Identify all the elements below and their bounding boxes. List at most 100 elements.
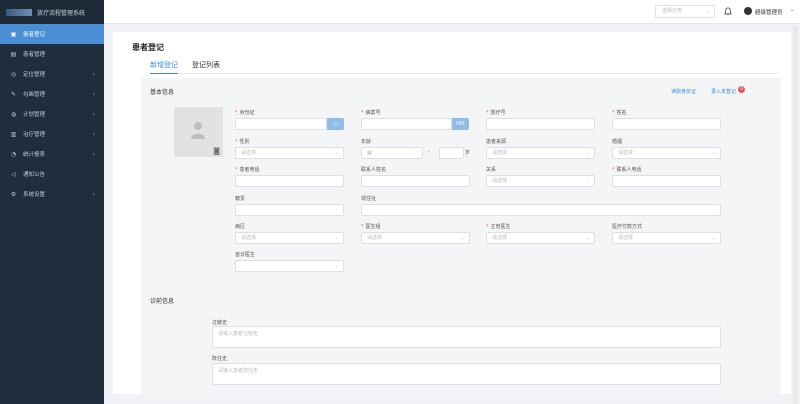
patient-list-icon: ▤ (10, 50, 17, 58)
phone-input[interactable] (235, 175, 344, 187)
native-label: 籍贯 (235, 196, 246, 202)
sidebar-item-label: 定位管理 (23, 72, 46, 78)
doctor-group-select[interactable]: 请选择 ⌄ (361, 232, 470, 244)
birth-date-input[interactable]: ▦ (361, 147, 423, 159)
tab-bar: 新增登记 登记列表 (150, 60, 778, 74)
relation-label: 关系 (486, 167, 497, 173)
id-card-input[interactable] (235, 118, 327, 130)
treatment-icon: ▥ (10, 130, 17, 138)
sidebar-item-label: 通知公告 (23, 172, 46, 178)
unregistered-link[interactable]: 录入未登记 (711, 88, 736, 95)
draw-icon: ✎ (10, 90, 17, 98)
diagnosis-title: 诊前信息 (150, 298, 175, 305)
patient-photo[interactable]: ◙ (174, 107, 223, 157)
logo-mark (6, 8, 32, 16)
sidebar-item-5[interactable]: ▥ 治疗管理 › (0, 124, 104, 144)
chief-doctor-label: * 主管医生 (486, 224, 511, 230)
chevron-right-icon: › (92, 110, 95, 118)
unregistered-badge: 0 (738, 86, 745, 93)
sidebar-item-3[interactable]: ✎ 勾画管理 › (0, 84, 104, 104)
sidebar-item-label: 患者登记 (23, 32, 46, 38)
contact-phone-label: * 联系人电话 (612, 167, 642, 173)
contact-phone-input[interactable] (612, 175, 721, 187)
chevron-right-icon: › (92, 70, 95, 78)
stats-icon: ◔ (10, 150, 17, 158)
rt-no-input[interactable] (486, 118, 595, 130)
system-select-placeholder: 选择应用 (662, 8, 683, 14)
payment-label: 医疗付款方式 (612, 224, 643, 230)
contact-name-input[interactable] (361, 175, 470, 187)
register-icon: ▣ (10, 30, 17, 38)
ward-select[interactable]: 请选择 ⌄ (235, 232, 344, 244)
sidebar-item-label: 患者管理 (23, 52, 46, 58)
bell-icon[interactable] (724, 7, 732, 16)
source-label: 患者来源 (486, 139, 507, 145)
id-card-button[interactable]: ▭ (327, 118, 344, 130)
tab-new-register[interactable]: 新增登记 (150, 60, 178, 74)
age-dash: - (428, 149, 430, 155)
phone-label: * 患者电话 (235, 167, 260, 173)
age-input[interactable] (439, 147, 464, 159)
user-avatar-icon[interactable] (744, 7, 752, 15)
contact-name-label: 联系人姓名 (361, 167, 387, 173)
doctor-group-label: * 医生组 (361, 224, 381, 230)
relation-select[interactable]: 请选择 ⌄ (486, 175, 595, 187)
chevron-right-icon: › (92, 90, 95, 98)
first-doctor-label: 首诊医生 (235, 252, 256, 258)
app-title: 放疗流程管理系统 (37, 9, 86, 17)
chevron-right-icon: › (92, 190, 95, 198)
gender-label: * 性别 (235, 139, 250, 145)
allergy-label: 过敏史 (212, 320, 228, 326)
chevron-down-icon[interactable]: ⌄ (790, 7, 794, 13)
case-no-label: * 病案号 (361, 110, 381, 116)
system-select[interactable]: 选择应用 ⌄ (655, 5, 715, 18)
name-label: * 姓名 (612, 110, 627, 116)
sidebar-item-label: 勾画管理 (23, 92, 46, 98)
tab-register-list[interactable]: 登记列表 (192, 60, 220, 73)
sidebar-item-label: 治疗管理 (23, 132, 46, 138)
ward-label: 病区 (235, 224, 246, 230)
chevron-down-icon: ⌄ (705, 8, 710, 14)
person-icon (191, 122, 205, 139)
sidebar-item-6[interactable]: ◔ 统计报表 › (0, 144, 104, 164)
chief-doctor-select[interactable]: 请选择 ⌄ (486, 232, 595, 244)
camera-icon[interactable]: ◙ (213, 147, 220, 155)
page-title: 患者登记 (132, 43, 164, 52)
allergy-textarea[interactable]: 请输入患者过敏史 (212, 326, 721, 348)
sidebar-item-0[interactable]: ▣ 患者登记 (0, 24, 104, 44)
chevron-right-icon: › (92, 150, 95, 158)
read-id-card-link[interactable]: 读取身份证 (671, 88, 696, 95)
sidebar-item-label: 计划管理 (23, 112, 46, 118)
sidebar-item-7[interactable]: ◁ 通知公告 (0, 164, 104, 184)
sidebar-item-label: 统计报表 (23, 152, 46, 158)
payment-select[interactable]: 请选择 ⌄ (612, 232, 721, 244)
app-logo: 放疗流程管理系统 (0, 0, 104, 24)
sidebar-item-1[interactable]: ▤ 患者管理 (0, 44, 104, 64)
address-input[interactable] (361, 204, 721, 216)
sidebar-item-2[interactable]: ◎ 定位管理 › (0, 64, 104, 84)
gender-select[interactable]: 请选择 ⌄ (235, 147, 344, 159)
his-button[interactable]: HIS (452, 118, 469, 130)
age-label: 年龄 (361, 139, 372, 145)
marital-select[interactable]: 请选择 ⌄ (612, 147, 721, 159)
history-textarea[interactable]: 请输入患者既往史 (212, 363, 721, 385)
sidebar: 放疗流程管理系统 ▣ 患者登记 ▤ 患者管理 ◎ 定位管理 › ✎ 勾画管理 › ◍ 计划管理 › ▥ 治疗… (0, 0, 104, 404)
locate-icon: ◎ (10, 70, 17, 78)
marital-label: 婚姻 (612, 139, 623, 145)
calendar-icon: ▦ (367, 150, 372, 156)
top-header: 选择应用 ⌄ 超级管理员 ⌄ (104, 0, 800, 24)
age-unit: 岁 (465, 150, 471, 156)
sidebar-item-8[interactable]: ⚙ 系统设置 › (0, 184, 104, 204)
name-input[interactable] (612, 118, 721, 130)
case-no-input[interactable] (361, 118, 452, 130)
first-doctor-select[interactable]: ⌄ (235, 260, 344, 272)
id-card-label: * 身份证 (235, 110, 255, 116)
native-input[interactable] (235, 204, 344, 216)
chevron-right-icon: › (92, 130, 95, 138)
settings-icon: ⚙ (10, 190, 17, 198)
history-label: 既往史 (212, 356, 228, 362)
source-select[interactable]: 请选择 ⌄ (486, 147, 595, 159)
user-name[interactable]: 超级管理员 (755, 8, 783, 16)
sidebar-item-4[interactable]: ◍ 计划管理 › (0, 104, 104, 124)
page-scrollbar[interactable] (793, 26, 798, 404)
